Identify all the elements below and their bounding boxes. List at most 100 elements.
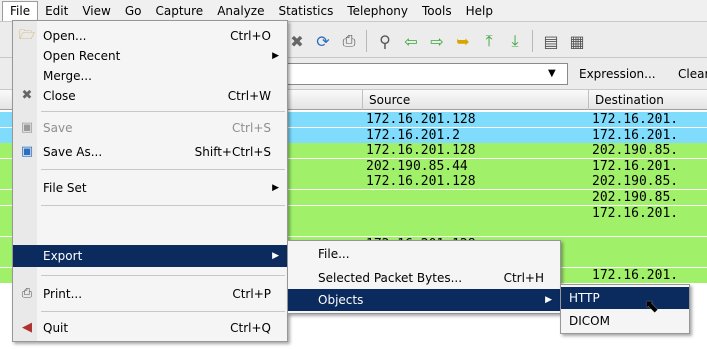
shortcut-label: Ctrl+Q (230, 321, 271, 335)
menu-item-label: Close (43, 89, 76, 103)
menu-separator (41, 311, 285, 312)
go-to-packet-icon[interactable]: ➥ (452, 30, 474, 52)
objects-submenu: HTTP DICOM (560, 284, 690, 334)
find-packet-icon[interactable]: ⚲ (374, 30, 396, 52)
go-back-icon[interactable]: ⇦ (400, 30, 422, 52)
print-icon: ⎙ (21, 286, 33, 301)
shortcut-label: Ctrl+P (232, 287, 271, 301)
menu-help[interactable]: Help (459, 1, 500, 21)
menu-item-quit[interactable]: ◀ Quit Ctrl+Q (13, 317, 287, 339)
source-cell: 172.16.201.128 (366, 112, 476, 127)
menu-file[interactable]: File (2, 0, 39, 21)
menu-telephony[interactable]: Telephony (340, 1, 415, 21)
reload-icon[interactable]: ⟳ (312, 30, 334, 52)
menu-tools[interactable]: Tools (415, 1, 459, 21)
submenu-arrow-icon: ▶ (272, 51, 279, 61)
menu-go[interactable]: Go (118, 1, 149, 21)
menu-item-save-as[interactable]: ▣ Save As... Shift+Ctrl+S (13, 141, 287, 163)
menu-item-label: Quit (43, 321, 69, 335)
menu-separator (41, 169, 285, 170)
menu-item-selected-packet-bytes[interactable]: Selected Packet Bytes... Ctrl+H (288, 267, 560, 289)
menubar: File Edit View Go Capture Analyze Statis… (0, 0, 707, 22)
go-last-icon[interactable]: ⤓ (504, 30, 526, 52)
menu-capture[interactable]: Capture (148, 1, 210, 21)
submenu-arrow-icon: ▶ (272, 251, 279, 261)
autoscroll-icon[interactable]: ▦ (566, 30, 588, 52)
display-filter-input[interactable] (282, 63, 568, 85)
destination-cell: 172.16.201. (592, 112, 679, 127)
file-menu: 🗁 Open... Ctrl+O Open Recent ▶ Merge... … (12, 20, 288, 342)
menu-item-label: Merge... (43, 69, 92, 83)
source-cell: 172.16.201.2 (366, 127, 460, 143)
menu-item-label: Open Recent (43, 49, 121, 63)
menu-statistics[interactable]: Statistics (271, 1, 340, 21)
menu-view[interactable]: View (75, 1, 117, 21)
menu-item-close[interactable]: ✖ Close Ctrl+W (13, 85, 287, 107)
menu-item-label: File Set (43, 181, 87, 195)
menu-separator (41, 205, 285, 206)
submenu-arrow-icon: ▶ (545, 295, 552, 305)
column-destination[interactable]: Destination (588, 90, 707, 110)
menu-item-label: Selected Packet Bytes... (318, 271, 463, 285)
mouse-cursor-icon: ⬉ (644, 296, 660, 317)
menu-item-label: Export (43, 249, 83, 263)
menu-item-label: Open... (43, 29, 87, 43)
print-icon[interactable]: ⎙ (338, 30, 360, 52)
shortcut-label: Ctrl+S (231, 121, 271, 135)
quit-icon: ◀ (22, 320, 32, 335)
go-forward-icon[interactable]: ⇨ (426, 30, 448, 52)
column-source[interactable]: Source (362, 90, 588, 110)
menu-item-label: Objects (318, 293, 364, 307)
shortcut-label: Ctrl+O (230, 29, 271, 43)
source-cell: 172.16.201.128 (366, 174, 476, 190)
shortcut-label: Ctrl+H (503, 271, 544, 285)
destination-cell: 172.16.201. (592, 268, 679, 283)
menu-item-print[interactable]: ⎙ Print... Ctrl+P (13, 283, 287, 305)
menu-item-http[interactable]: HTTP (561, 287, 689, 309)
source-cell: 202.190.85.44 (366, 158, 468, 174)
menu-separator (41, 275, 285, 276)
menu-item-label: Print... (43, 287, 83, 301)
menu-item-export[interactable]: Export ▶ (13, 245, 287, 267)
shortcut-label: Ctrl+W (227, 89, 271, 103)
destination-cell: 172.16.201. (592, 205, 679, 221)
menu-analyze[interactable]: Analyze (210, 1, 271, 21)
menu-item-dicom[interactable]: DICOM (561, 310, 689, 332)
menu-item-file-set[interactable]: File Set ▶ (13, 177, 287, 199)
destination-cell: 202.190.85. (592, 174, 679, 190)
destination-cell: 202.190.85. (592, 190, 679, 205)
wireshark-window: File Edit View Go Capture Analyze Statis… (0, 0, 707, 349)
menu-item-label: Save (43, 121, 73, 135)
save-icon: ▣ (20, 120, 34, 135)
toolbar-separator (532, 30, 533, 52)
menu-item-open[interactable]: 🗁 Open... Ctrl+O (13, 25, 287, 47)
shortcut-label: Shift+Ctrl+S (194, 145, 271, 159)
toolbar-separator (366, 30, 367, 52)
destination-cell: 202.190.85. (592, 143, 679, 159)
close-icon: ✖ (21, 88, 33, 103)
menu-item-export-file[interactable]: File... (288, 243, 560, 265)
menu-item-label: DICOM (569, 314, 610, 328)
folder-open-icon: 🗁 (19, 28, 36, 43)
submenu-arrow-icon: ▶ (272, 183, 279, 193)
colorize-icon[interactable]: ▤ (540, 30, 562, 52)
menu-edit[interactable]: Edit (38, 1, 75, 21)
destination-cell: 172.16.201. (592, 127, 679, 143)
menu-item-open-recent[interactable]: Open Recent ▶ (13, 45, 287, 67)
menu-item-label: File... (318, 247, 350, 261)
source-cell: 172.16.201.128 (366, 143, 476, 159)
chevron-down-icon[interactable]: ▼ (548, 68, 556, 79)
save-as-icon: ▣ (20, 144, 34, 159)
clear-button[interactable]: Clear (678, 67, 707, 81)
menu-item-save[interactable]: ▣ Save Ctrl+S (13, 117, 287, 139)
expression-button[interactable]: Expression... (579, 67, 656, 81)
menu-item-objects[interactable]: Objects ▶ (288, 289, 560, 311)
menu-item-label: Save As... (43, 145, 103, 159)
close-file-icon[interactable]: ✖ (286, 30, 308, 52)
menu-separator (41, 111, 285, 112)
destination-cell: 172.16.201. (592, 158, 679, 174)
go-first-icon[interactable]: ⤒ (478, 30, 500, 52)
export-submenu: File... Selected Packet Bytes... Ctrl+H … (287, 240, 561, 314)
menu-item-label: HTTP (569, 291, 600, 305)
menu-item-merge[interactable]: Merge... (13, 65, 287, 87)
